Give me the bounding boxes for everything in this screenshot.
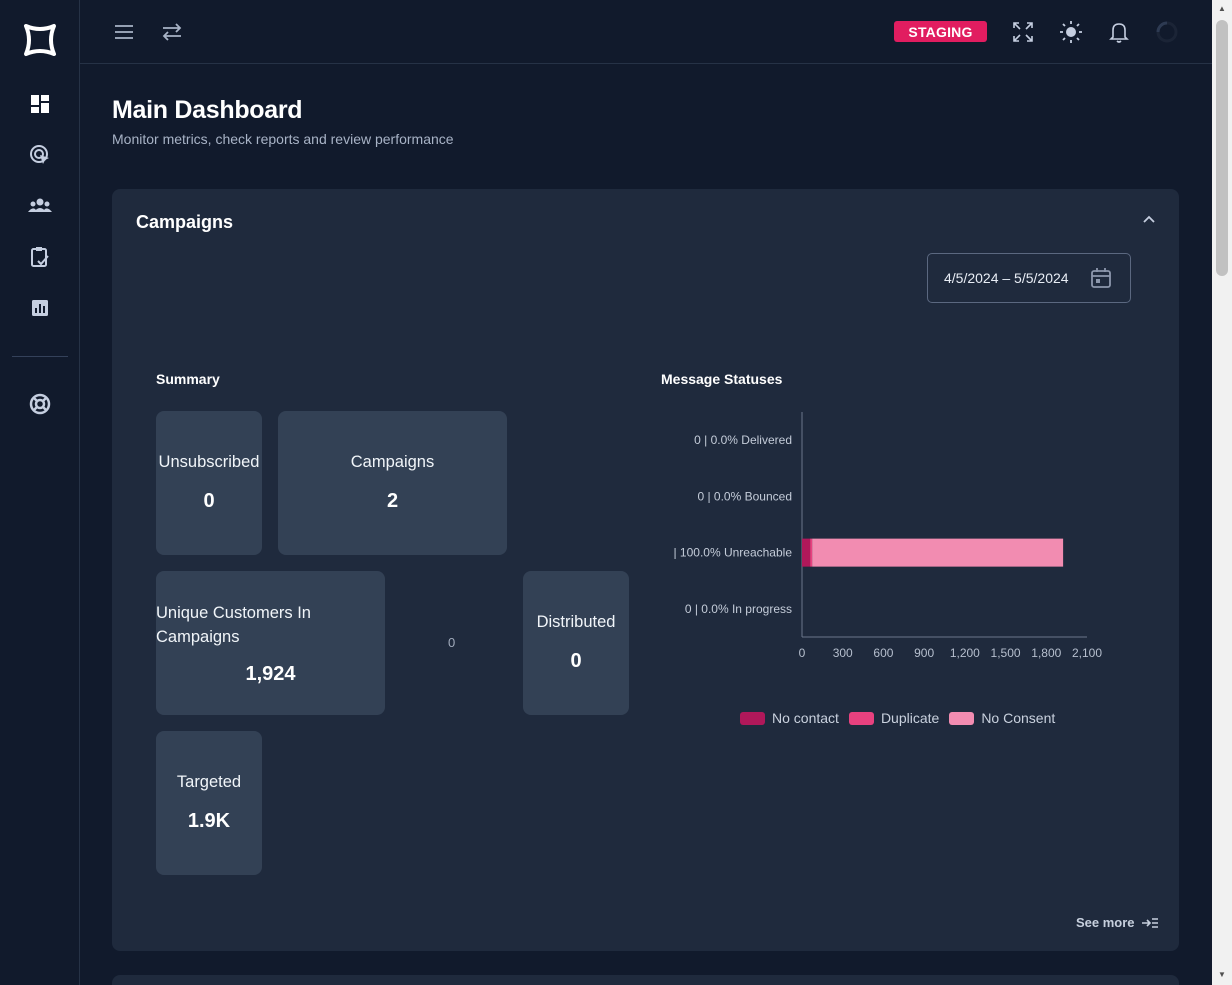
arrow-list-icon xyxy=(1141,917,1158,928)
sidebar xyxy=(0,0,80,985)
x-tick-label: 600 xyxy=(873,646,893,660)
scroll-down-arrow-icon[interactable]: ▼ xyxy=(1217,970,1227,980)
target-click-icon[interactable] xyxy=(28,143,52,167)
environment-badge: STAGING xyxy=(894,21,987,42)
legend-item[interactable]: No contact xyxy=(740,710,839,726)
see-more-label: See more xyxy=(1076,915,1135,930)
tile-value: 0 xyxy=(570,650,582,672)
message-statuses-chart: 0 300 600 900 1,200 1,500 1,800 2,100 0 | 0.0% D… xyxy=(673,412,1102,660)
bar-segment xyxy=(810,538,813,567)
legend-swatch xyxy=(740,711,765,725)
tile-value: 0 xyxy=(203,490,215,512)
clipboard-check-icon[interactable] xyxy=(28,245,52,269)
y-category-label: | 100.0% Unreachable xyxy=(673,546,792,560)
page-scrollbar[interactable]: ▲ ▼ xyxy=(1212,0,1232,985)
bar-segment xyxy=(812,538,1064,567)
unique-customers-tile: Unique Customers In Campaigns 1,924 xyxy=(156,571,385,715)
y-category-label: 0 | 0.0% Bounced xyxy=(697,489,792,503)
legend-label: No contact xyxy=(772,710,839,726)
calendar-icon[interactable] xyxy=(1090,267,1112,289)
page-subtitle: Monitor metrics, check reports and revie… xyxy=(112,131,454,147)
tile-value: 1,924 xyxy=(245,663,296,685)
x-tick-label: 0 xyxy=(799,646,806,660)
x-tick-label: 1,200 xyxy=(950,646,980,660)
customers-icon[interactable] xyxy=(28,194,52,218)
next-card xyxy=(112,975,1179,985)
chart-legend: No contact Duplicate No Consent xyxy=(740,710,1065,726)
tile-value: 2 xyxy=(386,490,399,512)
reports-icon[interactable] xyxy=(28,296,52,320)
top-bar: STAGING xyxy=(80,0,1212,64)
user-avatar-loading-icon[interactable] xyxy=(1155,20,1179,44)
scroll-up-arrow-icon[interactable]: ▲ xyxy=(1217,4,1227,14)
theme-sun-icon[interactable] xyxy=(1059,20,1083,44)
distributed-tile: Distributed 0 xyxy=(523,571,629,715)
menu-icon[interactable] xyxy=(112,20,136,44)
see-more-link[interactable]: See more xyxy=(1076,915,1159,930)
support-icon[interactable] xyxy=(28,392,52,416)
tile-label: Unsubscribed xyxy=(158,453,260,471)
x-tick-label: 900 xyxy=(914,646,934,660)
legend-item[interactable]: Duplicate xyxy=(848,710,940,726)
tile-label: Unique Customers In Campaigns xyxy=(156,604,311,646)
tile-label: Campaigns xyxy=(350,453,435,471)
x-tick-label: 1,800 xyxy=(1031,646,1061,660)
campaigns-tile: Campaigns 2 xyxy=(278,411,507,555)
bar-segment xyxy=(802,538,811,567)
x-tick-label: 300 xyxy=(833,646,853,660)
legend-label: Duplicate xyxy=(880,710,940,726)
legend-label: No Consent xyxy=(981,710,1056,726)
notification-bell-icon[interactable] xyxy=(1107,20,1131,44)
tile-label: Distributed xyxy=(536,613,616,631)
unsubscribed-tile: Unsubscribed 0 xyxy=(156,411,262,555)
date-range-value: 4/5/2024 – 5/5/2024 xyxy=(944,270,1069,286)
legend-swatch xyxy=(949,711,975,725)
y-category-label: 0 | 0.0% In progress xyxy=(685,602,792,616)
x-tick-label: 2,100 xyxy=(1072,646,1102,660)
card-title: Campaigns xyxy=(136,212,234,232)
date-range-picker[interactable]: 4/5/2024 – 5/5/2024 xyxy=(927,253,1131,303)
legend-swatch xyxy=(848,711,874,725)
chevron-up-icon[interactable] xyxy=(1141,211,1157,227)
targeted-tile: Targeted 1.9K xyxy=(156,731,262,875)
legend-item[interactable]: No Consent xyxy=(949,710,1055,726)
page-title: Main Dashboard xyxy=(112,96,303,124)
dashboard-icon[interactable] xyxy=(28,92,52,116)
empty-tile-value: 0 xyxy=(448,635,456,650)
switch-arrows-icon[interactable] xyxy=(160,20,184,44)
tile-label: Targeted xyxy=(176,773,242,791)
sidebar-divider xyxy=(12,356,68,357)
summary-heading: Summary xyxy=(156,371,220,387)
scroll-thumb[interactable] xyxy=(1216,20,1228,276)
message-statuses-heading: Message Statuses xyxy=(661,371,783,387)
app-logo[interactable] xyxy=(22,22,58,58)
tile-value: 1.9K xyxy=(187,810,231,832)
y-category-label: 0 | 0.0% Delivered xyxy=(694,433,792,447)
fullscreen-icon[interactable] xyxy=(1011,20,1035,44)
x-tick-label: 1,500 xyxy=(991,646,1021,660)
